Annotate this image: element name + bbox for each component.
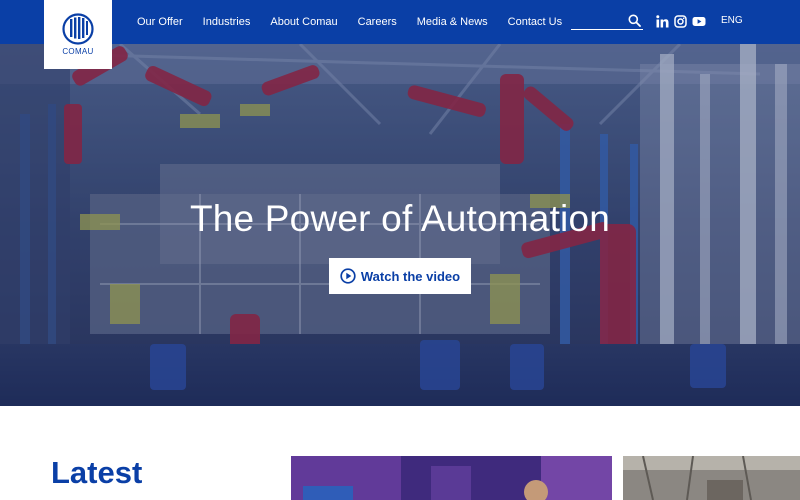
nav-careers[interactable]: Careers xyxy=(358,16,397,28)
social-links xyxy=(656,15,711,28)
news-card-photo xyxy=(623,456,800,500)
play-circle-icon xyxy=(340,268,356,284)
linkedin-icon[interactable] xyxy=(656,15,669,28)
nav-contact-us[interactable]: Contact Us xyxy=(508,16,562,28)
news-card-image[interactable] xyxy=(291,456,612,500)
search-input[interactable] xyxy=(571,12,623,28)
instagram-icon[interactable] xyxy=(674,15,687,28)
latest-section-title: Latest xyxy=(51,455,143,490)
language-selector[interactable]: ENG xyxy=(721,15,743,26)
hero-banner: The Power of Automation Watch the video xyxy=(0,44,800,406)
watch-video-label: Watch the video xyxy=(360,268,461,284)
youtube-icon[interactable] xyxy=(692,15,706,28)
news-card-image[interactable] xyxy=(623,456,800,500)
search-icon[interactable] xyxy=(628,14,641,27)
top-navigation-bar: Our Offer Industries About Comau Careers… xyxy=(0,0,800,44)
comau-logo[interactable]: COMAU xyxy=(44,0,112,69)
comau-logo-mark xyxy=(62,13,94,45)
nav-industries[interactable]: Industries xyxy=(203,16,251,28)
main-nav: Our Offer Industries About Comau Careers… xyxy=(137,0,582,44)
nav-our-offer[interactable]: Our Offer xyxy=(137,16,183,28)
hero-title: The Power of Automation xyxy=(189,198,611,239)
nav-about-comau[interactable]: About Comau xyxy=(270,16,337,28)
logo-wordmark: COMAU xyxy=(62,47,94,56)
nav-media-news[interactable]: Media & News xyxy=(417,16,488,28)
news-card-photo xyxy=(291,456,612,500)
watch-video-button[interactable]: Watch the video xyxy=(329,258,471,294)
search-box xyxy=(571,12,643,30)
